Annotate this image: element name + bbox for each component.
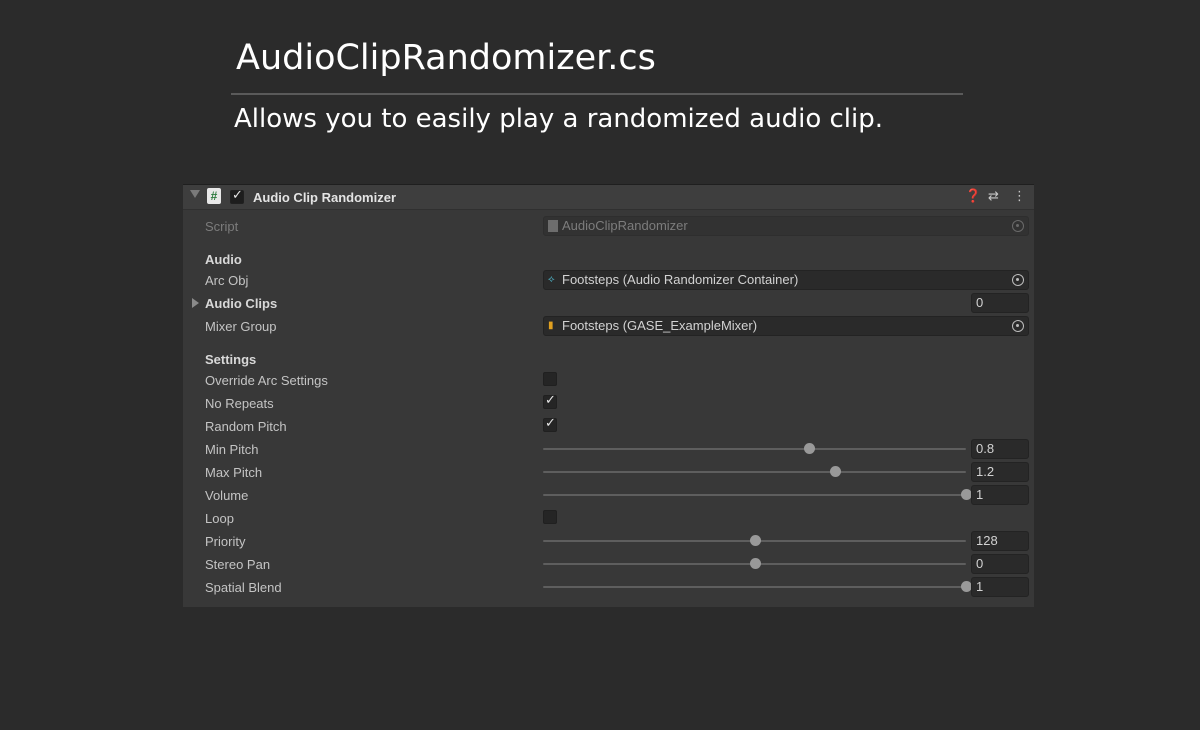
- slider-thumb[interactable]: [749, 558, 761, 569]
- volume-value-field[interactable]: 1: [971, 485, 1029, 505]
- audio-randomizer-container-icon: ⟡: [548, 274, 555, 285]
- audio-clips-foldout-arrow-icon[interactable]: [192, 298, 199, 308]
- slider-track: [543, 471, 966, 473]
- slider-track: [543, 494, 966, 496]
- arc-obj-label: Arc Obj: [205, 273, 249, 288]
- component-header[interactable]: # Audio Clip Randomizer ❓ ⇄ ⋮: [183, 185, 1034, 210]
- random-pitch-checkbox[interactable]: [543, 416, 557, 432]
- script-field: AudioClipRandomizer: [543, 216, 1029, 236]
- script-field-value: AudioClipRandomizer: [562, 218, 688, 233]
- volume-slider[interactable]: [543, 489, 972, 501]
- script-file-icon: [548, 220, 558, 232]
- loop-label: Loop: [205, 511, 234, 526]
- stereo-pan-label: Stereo Pan: [205, 557, 271, 572]
- audio-section-header: Audio: [205, 252, 242, 267]
- volume-label: Volume: [205, 488, 249, 503]
- min-pitch-label: Min Pitch: [205, 442, 259, 457]
- component-inspector: # Audio Clip Randomizer ❓ ⇄ ⋮ Script Aud…: [183, 184, 1034, 607]
- no-repeats-label: No Repeats: [205, 396, 274, 411]
- mixer-group-label: Mixer Group: [205, 319, 277, 334]
- spatial-blend-slider[interactable]: [543, 581, 972, 593]
- collapse-arrow-icon[interactable]: [190, 190, 200, 198]
- component-name: Audio Clip Randomizer: [253, 190, 396, 205]
- override-arc-settings-checkbox[interactable]: [543, 372, 557, 386]
- min-pitch-value-field[interactable]: 0.8: [971, 439, 1029, 459]
- priority-label: Priority: [205, 534, 246, 549]
- priority-slider[interactable]: [543, 535, 966, 547]
- audio-mixer-group-icon: ▮: [548, 320, 554, 331]
- arc-obj-value: Footsteps (Audio Randomizer Container): [562, 272, 799, 287]
- slider-thumb[interactable]: [749, 535, 761, 546]
- script-label: Script: [205, 219, 239, 234]
- mixer-group-value: Footsteps (GASE_ExampleMixer): [562, 318, 758, 333]
- random-pitch-label: Random Pitch: [205, 419, 287, 434]
- csharp-script-icon: #: [207, 188, 221, 204]
- audio-clips-count-field[interactable]: 0: [971, 293, 1029, 313]
- min-pitch-slider[interactable]: [543, 443, 966, 455]
- settings-section-header: Settings: [205, 352, 257, 367]
- help-icon[interactable]: ❓: [965, 189, 981, 204]
- max-pitch-label: Max Pitch: [205, 465, 263, 480]
- stereo-pan-slider[interactable]: [543, 558, 966, 570]
- mixer-group-field[interactable]: ▮ Footsteps (GASE_ExampleMixer): [543, 316, 1029, 336]
- slide-title: AudioClipRandomizer.cs: [236, 38, 656, 78]
- override-arc-settings-label: Override Arc Settings: [205, 373, 328, 388]
- slider-track: [543, 448, 966, 450]
- object-picker-icon: [1012, 220, 1024, 232]
- slider-thumb[interactable]: [829, 466, 841, 477]
- loop-checkbox[interactable]: [543, 510, 557, 524]
- spatial-blend-value-field[interactable]: 1: [971, 577, 1029, 597]
- audio-clips-label[interactable]: Audio Clips: [205, 296, 277, 311]
- no-repeats-checkbox[interactable]: [543, 393, 557, 409]
- stereo-pan-value-field[interactable]: 0: [971, 554, 1029, 574]
- more-menu-icon[interactable]: ⋮: [1013, 189, 1026, 204]
- arc-obj-field[interactable]: ⟡ Footsteps (Audio Randomizer Container): [543, 270, 1029, 290]
- slide-subtitle: Allows you to easily play a randomized a…: [234, 104, 883, 134]
- preset-icon[interactable]: ⇄: [988, 189, 999, 204]
- max-pitch-value-field[interactable]: 1.2: [971, 462, 1029, 482]
- component-enabled-checkbox[interactable]: [230, 188, 244, 204]
- priority-value-field[interactable]: 128: [971, 531, 1029, 551]
- object-picker-icon[interactable]: [1012, 274, 1024, 286]
- slider-thumb[interactable]: [804, 443, 816, 454]
- max-pitch-slider[interactable]: [543, 466, 966, 478]
- object-picker-icon[interactable]: [1012, 320, 1024, 332]
- title-divider: [231, 93, 963, 95]
- spatial-blend-label: Spatial Blend: [205, 580, 282, 595]
- slider-track: [543, 586, 966, 588]
